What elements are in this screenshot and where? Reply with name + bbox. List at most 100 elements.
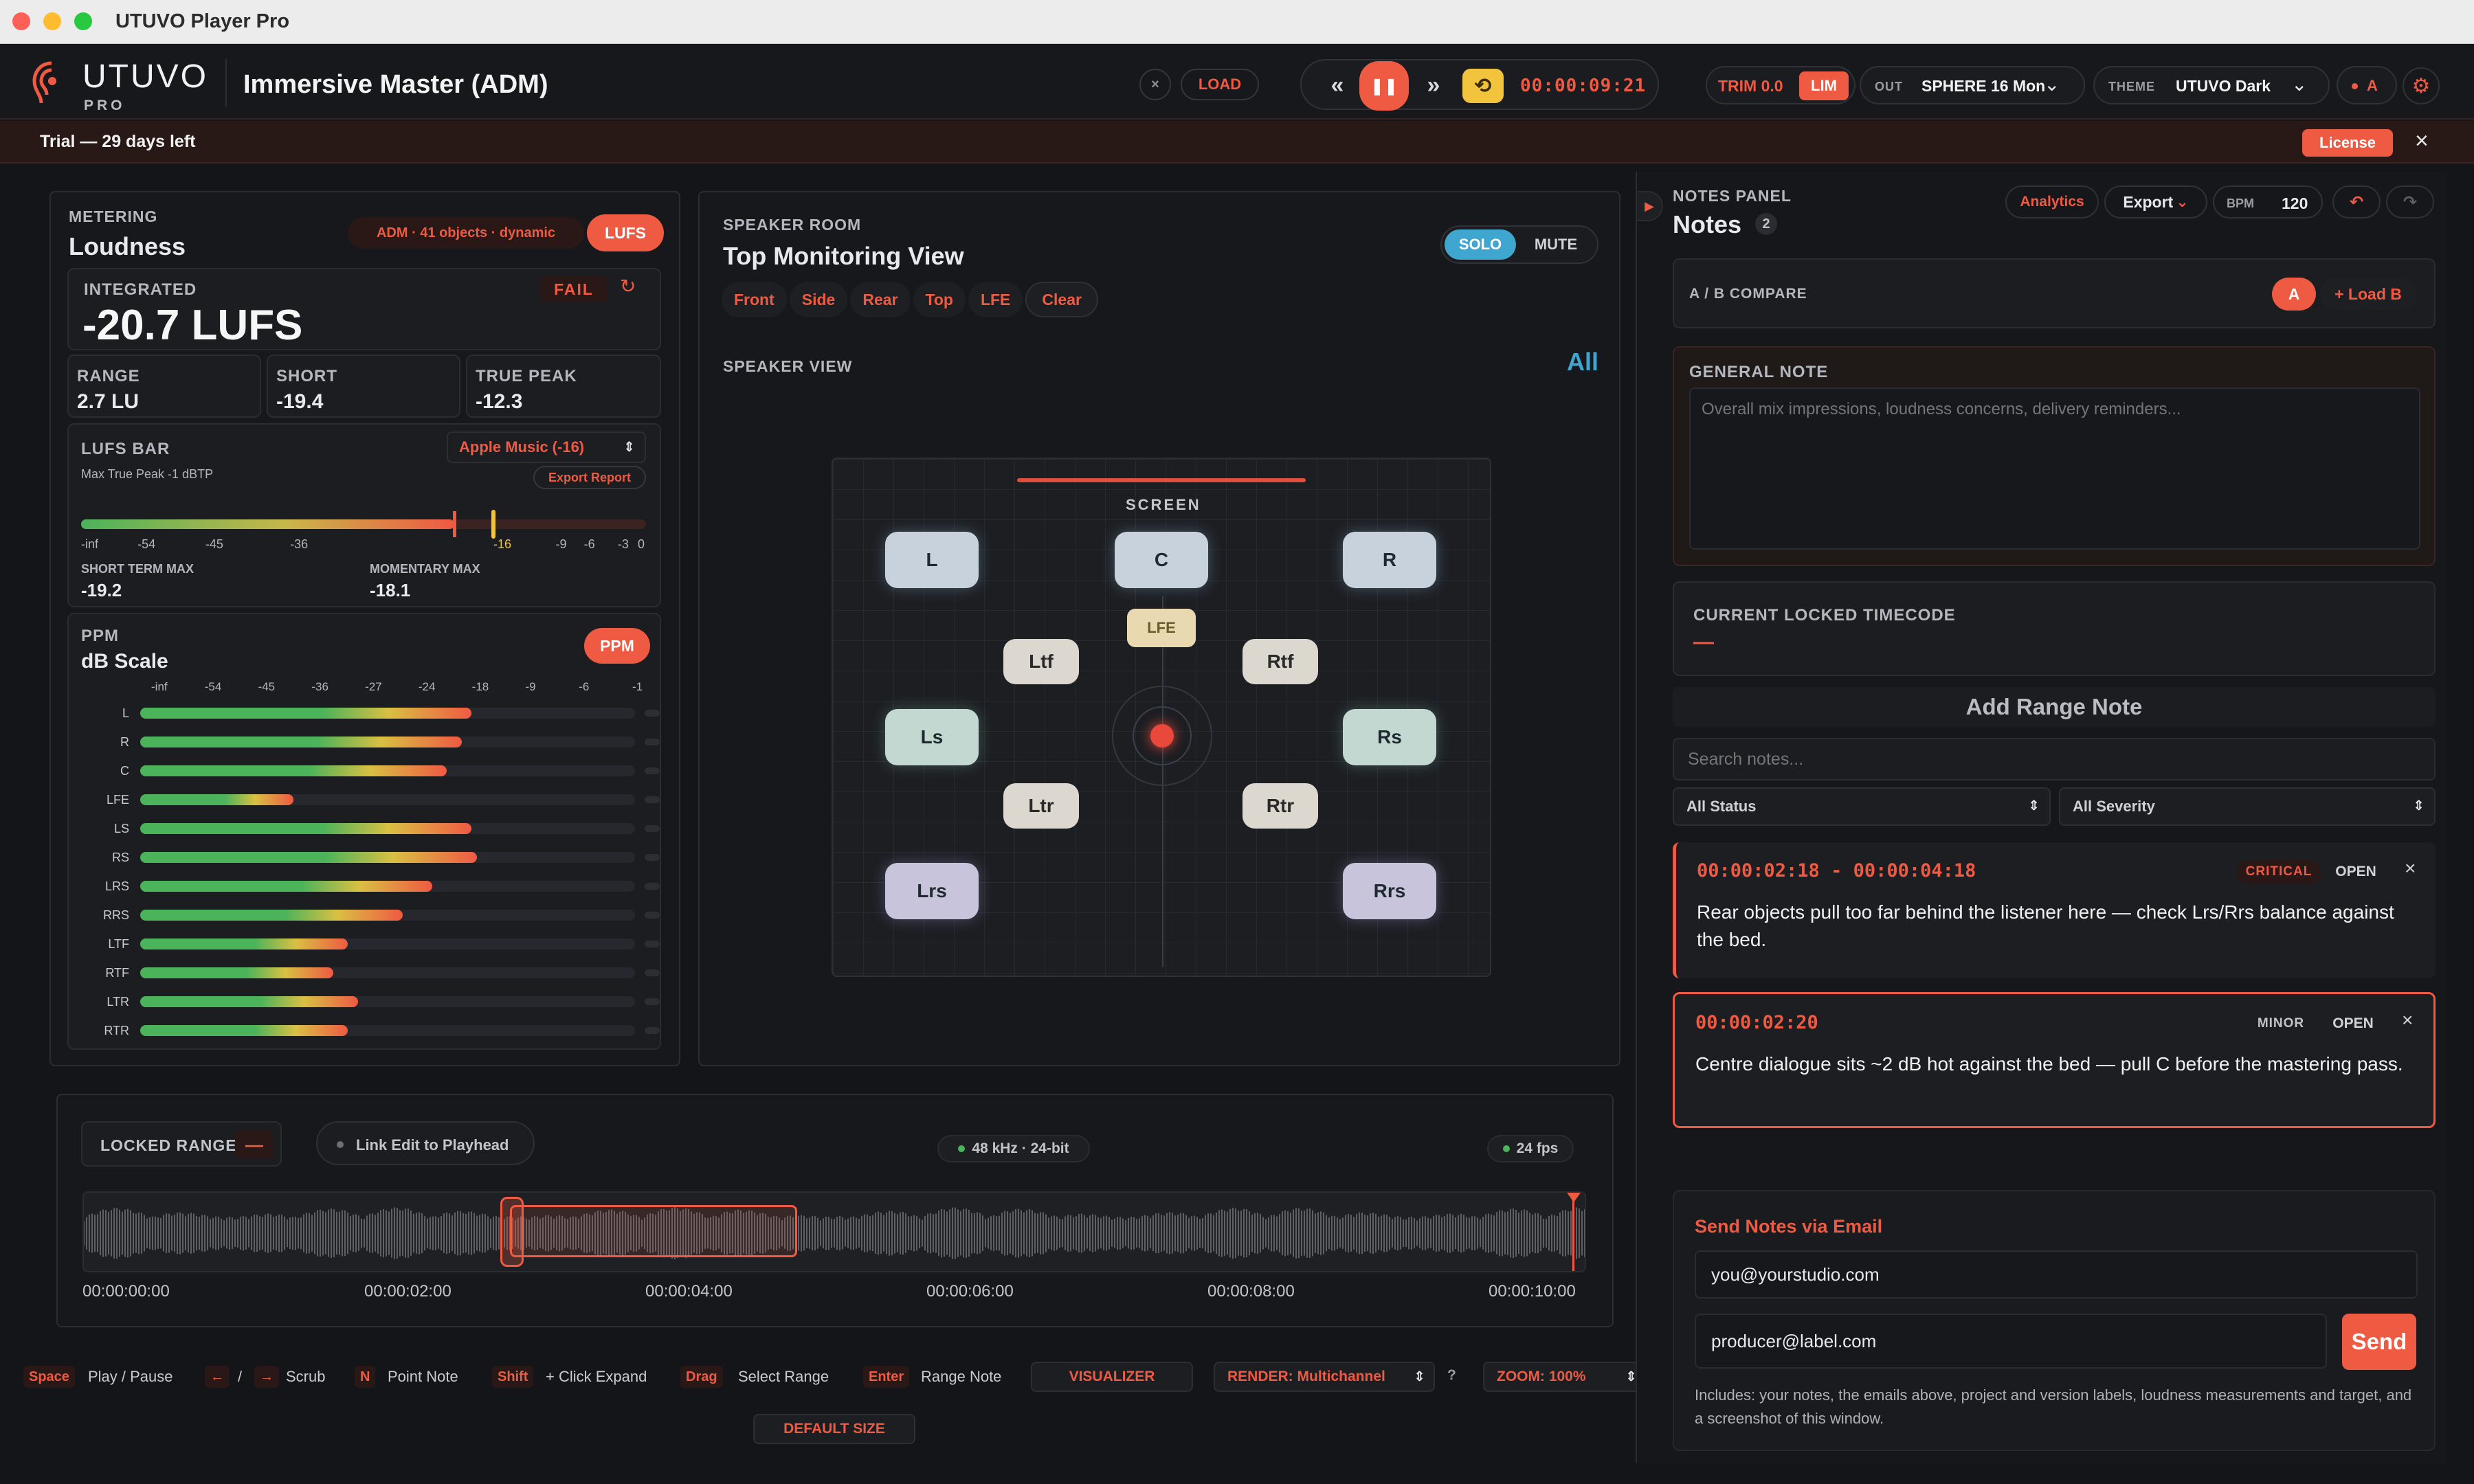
send-email-button[interactable]: Send (2342, 1314, 2416, 1370)
key-space: Space (23, 1366, 75, 1388)
general-note-input[interactable] (1689, 387, 2420, 550)
status-filter-select[interactable]: All Status ⇕ (1673, 787, 2051, 826)
ppm-peak-indicator (645, 854, 660, 861)
loudness-target-value: Apple Music (-16) (459, 438, 585, 456)
speaker-lfe[interactable]: LFE (1127, 609, 1196, 647)
close-window-button[interactable] (12, 12, 30, 30)
waveform-track[interactable] (82, 1191, 1586, 1272)
link-edit-toggle[interactable]: Link Edit to Playhead (316, 1121, 535, 1165)
delete-note-icon[interactable]: × (2402, 1009, 2413, 1031)
load-button[interactable]: LOAD (1181, 69, 1259, 100)
settings-gear-icon[interactable]: ⚙ (2403, 67, 2440, 104)
selected-range[interactable] (510, 1205, 797, 1257)
ppm-meter-track (140, 765, 635, 776)
playhead-handle[interactable] (1567, 1193, 1581, 1202)
speaker-ltf[interactable]: Ltf (1003, 639, 1079, 684)
transport-group: « ❚❚ » ⟲ 00:00:09:21 (1300, 59, 1659, 111)
note-timecode[interactable]: 00:00:02:20 (1695, 1012, 1818, 1033)
delete-note-icon[interactable]: × (2405, 857, 2416, 879)
speaker-r[interactable]: R (1343, 532, 1436, 588)
severity-filter-select[interactable]: All Severity ⇕ (2059, 787, 2436, 826)
export-dropdown[interactable]: Export ⌄ (2104, 186, 2207, 218)
locked-range-clear-button[interactable]: — (235, 1131, 274, 1158)
note-item[interactable]: 00:00:02:20 MINOR OPEN × Centre dialogue… (1673, 992, 2436, 1128)
lufs-mode-button[interactable]: LUFS (587, 214, 664, 251)
filter-top[interactable]: Top (913, 282, 966, 317)
speaker-c[interactable]: C (1115, 532, 1208, 588)
recipient-email-input[interactable] (1695, 1314, 2327, 1369)
add-range-note-button[interactable]: Add Range Note (1673, 687, 2436, 727)
note-timecode[interactable]: 00:00:02:18 - 00:00:04:18 (1697, 860, 1976, 881)
ppm-scale-label: -inf (151, 680, 168, 693)
mute-button[interactable]: MUTE (1520, 229, 1592, 260)
note-severity-badge: CRITICAL (2237, 860, 2321, 884)
speaker-ltr[interactable]: Ltr (1003, 783, 1079, 829)
undo-icon[interactable]: ↶ (2332, 186, 2381, 218)
default-size-button[interactable]: DEFAULT SIZE (753, 1414, 915, 1444)
minimize-window-button[interactable] (43, 12, 61, 30)
rewind-icon[interactable]: « (1322, 70, 1352, 100)
close-icon[interactable]: × (2415, 128, 2429, 155)
collapse-panel-button[interactable]: ▶ (1636, 191, 1663, 221)
note-status-badge[interactable]: OPEN (2322, 1012, 2384, 1035)
bpm-field[interactable]: BPM 120 (2213, 186, 2323, 218)
ppm-peak-indicator (645, 710, 660, 717)
filter-front[interactable]: Front (722, 282, 787, 317)
speaker-l[interactable]: L (885, 532, 979, 588)
link-edit-label: Link Edit to Playhead (356, 1136, 509, 1154)
help-button[interactable]: ? (1447, 1367, 1456, 1384)
fast-forward-icon[interactable]: » (1418, 70, 1449, 100)
render-select[interactable]: RENDER: Multichannel ⇕ (1214, 1362, 1435, 1392)
ppm-meter-fill (140, 708, 472, 719)
speaker-rrs[interactable]: Rrs (1343, 863, 1436, 919)
speaker-rs[interactable]: Rs (1343, 709, 1436, 765)
loop-button[interactable]: ⟲ (1462, 69, 1504, 103)
loudness-target-select[interactable]: Apple Music (-16) ⇕ (447, 431, 646, 463)
reset-icon[interactable]: ↻ (620, 275, 636, 297)
trim-value[interactable]: TRIM 0.0 (1718, 77, 1783, 95)
lufs-current-marker (452, 511, 456, 537)
note-item[interactable]: 00:00:02:18 - 00:00:04:18 CRITICAL OPEN … (1673, 842, 2436, 978)
pause-button[interactable]: ❚❚ (1359, 61, 1409, 111)
speaker-view-all[interactable]: All (1567, 348, 1598, 376)
filter-rear[interactable]: Rear (850, 282, 911, 317)
speaker-lrs[interactable]: Lrs (885, 863, 979, 919)
adm-badge: ADM · 41 objects · dynamic (348, 217, 584, 249)
load-b-button[interactable]: + Load B (2320, 278, 2416, 311)
ppm-mode-button[interactable]: PPM (584, 628, 650, 664)
locked-timecode-label: CURRENT LOCKED TIMECODE (1693, 606, 1956, 625)
playhead[interactable] (1572, 1193, 1574, 1271)
theme-select[interactable]: THEME UTUVO Dark ⌄ (2093, 66, 2330, 104)
analytics-button[interactable]: Analytics (2005, 186, 2099, 218)
range-start-handle[interactable] (500, 1197, 524, 1267)
fps-text: 24 fps (1516, 1140, 1559, 1156)
true-peak-stat: TRUE PEAK -12.3 (466, 355, 661, 418)
hint-slash: / (238, 1368, 243, 1385)
filter-lfe[interactable]: LFE (968, 282, 1023, 317)
filter-clear[interactable]: Clear (1025, 282, 1098, 317)
solo-button[interactable]: SOLO (1445, 229, 1516, 260)
sender-email-input[interactable] (1695, 1250, 2418, 1298)
waveform (84, 1207, 1585, 1259)
visualizer-button[interactable]: VISUALIZER (1031, 1362, 1193, 1392)
speaker-rtf[interactable]: Rtf (1242, 639, 1318, 684)
speaker-ls[interactable]: Ls (885, 709, 979, 765)
zoom-window-button[interactable] (74, 12, 92, 30)
filter-side[interactable]: Side (789, 282, 848, 317)
ppm-peak-indicator (645, 969, 660, 976)
note-status-badge[interactable]: OPEN (2325, 860, 2387, 884)
speaker-rtr[interactable]: Rtr (1242, 783, 1318, 829)
zoom-select[interactable]: ZOOM: 100% ⇕ (1483, 1362, 1647, 1392)
license-button[interactable]: License (2302, 129, 2393, 157)
unload-button[interactable]: × (1139, 69, 1171, 100)
search-notes-input[interactable] (1673, 738, 2436, 780)
email-box: Send Notes via Email Send Includes: your… (1673, 1190, 2436, 1451)
listener-position-dot[interactable] (1150, 724, 1174, 747)
audio-format-badge: 48 kHz · 24-bit (937, 1135, 1090, 1162)
ab-indicator[interactable]: A (2337, 66, 2397, 104)
redo-icon[interactable]: ↷ (2386, 186, 2434, 218)
export-report-button[interactable]: Export Report (533, 466, 646, 489)
output-select[interactable]: OUT SPHERE 16 Mon ⌄ (1860, 66, 2085, 104)
limiter-button[interactable]: LIM (1799, 71, 1849, 100)
ab-a-button[interactable]: A (2272, 278, 2316, 311)
